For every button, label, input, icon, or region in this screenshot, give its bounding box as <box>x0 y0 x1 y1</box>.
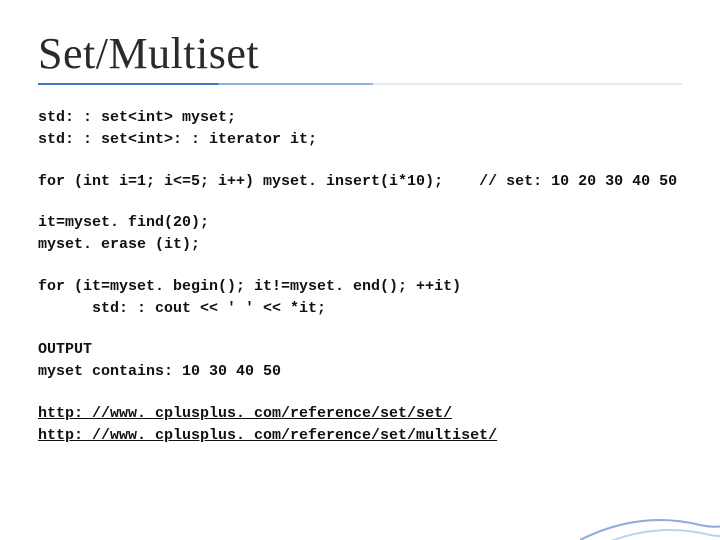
code-line: for (it=myset. begin(); it!=myset. end()… <box>38 278 461 295</box>
code-find-erase: it=myset. find(20); myset. erase (it); <box>38 212 682 256</box>
links-block: http: //www. cplusplus. com/reference/se… <box>38 403 682 447</box>
output-label: OUTPUT <box>38 341 92 358</box>
code-line: it=myset. find(20); <box>38 214 209 231</box>
code-line: myset. erase (it); <box>38 236 200 253</box>
output-line: myset contains: 10 30 40 50 <box>38 363 281 380</box>
title-underline <box>38 83 682 85</box>
code-line: std: : set<int>: : iterator it; <box>38 131 317 148</box>
decorative-swoosh <box>580 450 720 540</box>
code-insert-loop: for (int i=1; i<=5; i++) myset. insert(i… <box>38 171 682 193</box>
reference-link-multiset[interactable]: http: //www. cplusplus. com/reference/se… <box>38 427 497 444</box>
code-declarations: std: : set<int> myset; std: : set<int>: … <box>38 107 682 151</box>
code-print-loop: for (it=myset. begin(); it!=myset. end()… <box>38 276 682 320</box>
code-line: std: : set<int> myset; <box>38 109 236 126</box>
code-line: for (int i=1; i<=5; i++) myset. insert(i… <box>38 173 677 190</box>
page-title: Set/Multiset <box>38 28 682 79</box>
reference-link-set[interactable]: http: //www. cplusplus. com/reference/se… <box>38 405 452 422</box>
slide: Set/Multiset std: : set<int> myset; std:… <box>0 0 720 540</box>
code-output: OUTPUT myset contains: 10 30 40 50 <box>38 339 682 383</box>
code-line: std: : cout << ' ' << *it; <box>38 300 326 317</box>
